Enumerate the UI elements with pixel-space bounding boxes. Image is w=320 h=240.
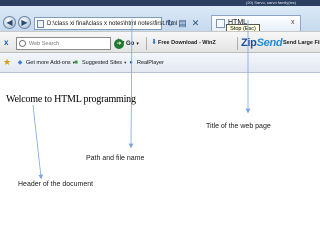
header-callout: Header of the document (18, 181, 94, 188)
toolbar-separator (146, 37, 147, 50)
send-large-files-link[interactable]: Send Large Files (283, 38, 320, 48)
go-arrow-icon: ➜ (114, 38, 124, 49)
favorite-label: Get more Add-ons (26, 60, 71, 66)
search-toolbar: x Web Search ▼ ➜ Go ▾ ⬇ Free Download - … (0, 31, 320, 53)
favorite-realplayer[interactable]: ● RealPlayer (127, 57, 164, 69)
addons-icon: ◆ (17, 60, 23, 66)
tab-page-icon (216, 19, 225, 28)
search-placeholder: Web Search (29, 41, 60, 47)
toolbar-close-icon[interactable]: x (4, 38, 8, 47)
suggested-sites-icon: ■ (74, 60, 78, 66)
chevron-down-icon: ▾ (124, 60, 127, 65)
compatibility-icon[interactable]: ▤ (177, 18, 188, 29)
back-button[interactable]: ◀ (3, 16, 16, 29)
path-callout: Path and file name (86, 155, 145, 162)
favorite-label: Suggested Sites (82, 60, 123, 66)
favorite-label: RealPlayer (137, 60, 164, 66)
forward-arrow-icon: ▶ (21, 18, 28, 27)
go-label: Go (126, 40, 135, 47)
title-callout: Title of the web page (206, 123, 271, 130)
url-text: D:\class xi final\class x notes\html not… (47, 21, 178, 27)
web-search-input[interactable]: Web Search ▼ (16, 37, 125, 50)
favorites-bar: ★ ◆ Get more Add-ons ▾ ■ Suggested Sites… (0, 53, 320, 73)
favorite-suggested-sites[interactable]: ■ Suggested Sites ▾ (72, 57, 126, 69)
address-bar-row: ◀ ▶ D:\class xi final\class x notes\html… (0, 6, 320, 31)
toolbar-separator (237, 37, 238, 50)
tab-close-icon[interactable]: x (291, 18, 295, 28)
refresh-icon[interactable]: ↻ (165, 18, 176, 29)
go-dropdown-icon[interactable]: ▾ (136, 41, 139, 47)
page-icon (37, 20, 44, 28)
realplayer-icon: ● (129, 60, 133, 66)
free-download-link[interactable]: Free Download - WinZ (158, 38, 216, 48)
page-content: Welcome to HTML programming (0, 74, 320, 240)
back-arrow-icon: ◀ (6, 18, 13, 27)
address-field[interactable]: D:\class xi final\class x notes\html not… (34, 17, 177, 30)
forward-button[interactable]: ▶ (18, 16, 31, 29)
page-heading: Welcome to HTML programming (6, 94, 136, 105)
favorites-star-icon[interactable]: ★ (3, 57, 13, 68)
stop-icon[interactable]: ✕ (190, 18, 201, 29)
favorite-get-more-addons[interactable]: ◆ Get more Add-ons ▾ (16, 57, 75, 69)
zipsend-logo[interactable]: ZipSend (241, 36, 283, 50)
go-button[interactable]: ➜ Go ▾ (114, 37, 144, 50)
search-icon (19, 40, 26, 47)
